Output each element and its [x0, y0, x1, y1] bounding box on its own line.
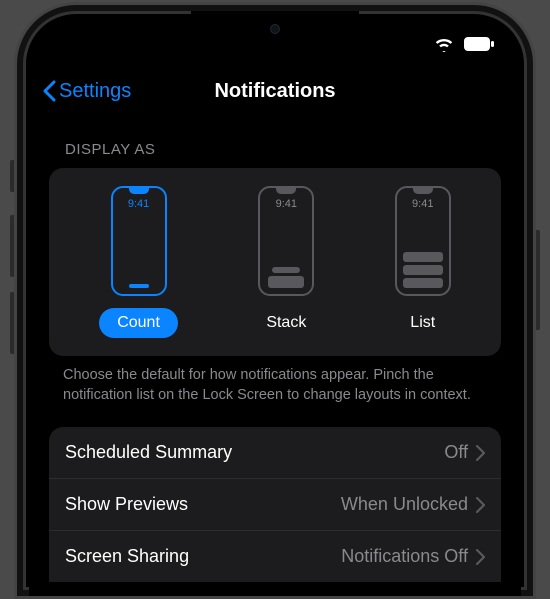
display-as-card: 9:41 Count 9:41 Stack	[49, 168, 501, 356]
row-value: Notifications Off	[341, 546, 468, 567]
phone-preview-icon: 9:41	[258, 186, 314, 296]
chevron-right-icon	[476, 497, 485, 513]
phone-preview-icon: 9:41	[111, 186, 167, 296]
row-label: Show Previews	[65, 494, 188, 515]
chevron-right-icon	[476, 445, 485, 461]
phone-preview-icon: 9:41	[395, 186, 451, 296]
display-option-stack[interactable]: 9:41 Stack	[258, 186, 314, 338]
settings-list: Scheduled Summary Off Show Previews When…	[49, 427, 501, 582]
display-option-list[interactable]: 9:41 List	[395, 186, 451, 338]
section-header-display-as: Display As	[49, 117, 501, 168]
device-notch	[191, 11, 359, 47]
back-button[interactable]: Settings	[41, 65, 131, 117]
row-scheduled-summary[interactable]: Scheduled Summary Off	[49, 427, 501, 479]
display-option-count[interactable]: 9:41 Count	[99, 186, 178, 338]
screen: Settings Notifications Display As 9:41 C…	[29, 17, 521, 596]
display-option-label: Count	[99, 308, 178, 338]
row-value: When Unlocked	[341, 494, 468, 515]
display-option-label: Stack	[266, 308, 306, 338]
row-value: Off	[444, 442, 468, 463]
chevron-right-icon	[476, 549, 485, 565]
page-title: Notifications	[214, 80, 335, 103]
row-screen-sharing[interactable]: Screen Sharing Notifications Off	[49, 531, 501, 582]
battery-icon	[463, 36, 495, 52]
device-frame: Settings Notifications Display As 9:41 C…	[14, 2, 536, 599]
back-label: Settings	[59, 80, 131, 103]
row-label: Screen Sharing	[65, 546, 189, 567]
row-label: Scheduled Summary	[65, 442, 232, 463]
row-show-previews[interactable]: Show Previews When Unlocked	[49, 479, 501, 531]
chevron-left-icon	[41, 80, 57, 102]
nav-bar: Settings Notifications	[29, 65, 521, 117]
wifi-icon	[433, 36, 455, 52]
section-footer-display-as: Choose the default for how notifications…	[49, 356, 501, 427]
display-option-label: List	[410, 308, 435, 338]
